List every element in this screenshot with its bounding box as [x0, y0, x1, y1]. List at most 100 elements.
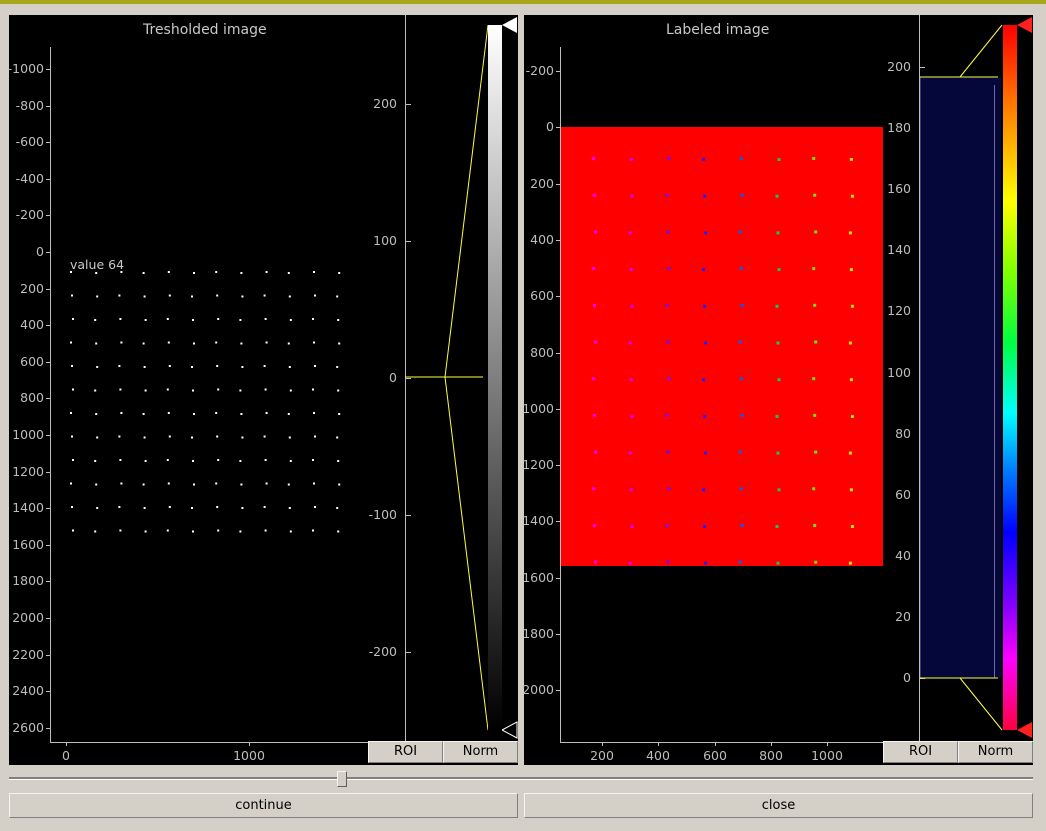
- labeled-blob: [738, 450, 742, 454]
- thresholded-blob: [70, 271, 72, 273]
- right-y-tick-label: 1200: [522, 457, 554, 473]
- thresholded-blob: [193, 413, 195, 415]
- labeled-blob: [629, 158, 633, 161]
- right-cbar-tick-label: 20: [895, 608, 911, 624]
- left-y-tick-mark: [46, 398, 50, 400]
- left-cbar-tick-label: 200: [373, 96, 397, 111]
- labeled-blob: [667, 267, 671, 271]
- labeled-blob: [665, 413, 669, 417]
- labeled-blob: [812, 157, 816, 160]
- thresholded-blob: [95, 483, 98, 486]
- thresholded-blob: [313, 341, 315, 344]
- thresholded-blob: [215, 412, 218, 414]
- thresholded-blob: [265, 482, 268, 485]
- labeled-blob: [666, 230, 670, 234]
- thresholded-blob: [263, 294, 266, 297]
- right-x-tick-label: 600: [703, 748, 727, 763]
- thresholded-blob: [314, 506, 316, 508]
- right-roi-button[interactable]: ROI: [883, 741, 958, 763]
- thresholded-blob: [338, 483, 341, 486]
- thresholded-blob: [265, 341, 268, 344]
- left-roi-button[interactable]: ROI: [368, 741, 443, 763]
- thresholded-blob: [72, 529, 74, 532]
- left-y-tick-mark: [46, 215, 50, 217]
- labeled-blob: [812, 487, 816, 491]
- labeled-blob: [629, 268, 633, 272]
- left-y-tick-label: 1600: [12, 536, 44, 552]
- right-x-tick-mark: [827, 742, 828, 746]
- right-y-tick-label: 1600: [522, 569, 554, 585]
- labeled-blob: [665, 303, 669, 307]
- thresholded-blob: [144, 460, 147, 462]
- labeled-image[interactable]: [561, 127, 883, 566]
- frame-slider-track[interactable]: [9, 777, 1033, 780]
- left-y-tick-label: 600: [20, 353, 44, 369]
- right-y-tick-mark: [556, 71, 560, 72]
- right-x-tick-mark: [658, 742, 659, 746]
- labeled-blob: [704, 341, 708, 345]
- thresholded-blob: [120, 271, 123, 273]
- left-norm-button[interactable]: Norm: [443, 741, 518, 763]
- thresholded-blob: [119, 318, 122, 320]
- labeled-blob: [667, 487, 671, 491]
- window-top-border: [0, 0, 1046, 4]
- labeled-blob: [776, 341, 780, 345]
- left-y-tick-mark: [46, 691, 50, 693]
- labeled-blob: [814, 450, 818, 454]
- thresholded-blob: [240, 413, 243, 415]
- right-y-tick-mark: [556, 239, 560, 241]
- thresholded-blob: [120, 412, 123, 414]
- labeled-blob: [740, 413, 744, 417]
- thresholded-blob: [71, 294, 73, 297]
- thresholded-blob: [215, 271, 218, 273]
- right-colorbar: [1003, 25, 1017, 730]
- frame-slider-thumb[interactable]: [336, 771, 347, 787]
- thresholded-blob: [191, 295, 193, 298]
- left-y-tick-label: 0: [36, 244, 44, 259]
- thresholded-blob: [143, 295, 146, 298]
- thresholded-blob: [119, 459, 122, 461]
- right-cbar-tick-label: 40: [895, 547, 911, 563]
- thresholded-blob: [314, 294, 316, 297]
- thresholded-blob: [289, 460, 292, 462]
- left-y-tick-mark: [46, 105, 50, 107]
- left-y-tick-mark: [46, 471, 50, 473]
- left-y-tick-mark: [46, 252, 50, 253]
- continue-button[interactable]: continue: [9, 793, 518, 818]
- thresholded-blob: [192, 389, 194, 392]
- left-y-tick-label: 1400: [12, 500, 44, 516]
- left-y-tick-label: 2400: [12, 683, 44, 699]
- labeled-blob: [776, 561, 780, 565]
- thresholded-blob: [337, 460, 340, 462]
- labeled-blob: [593, 193, 596, 197]
- thresholded-blob: [288, 507, 291, 509]
- thresholded-blob: [264, 388, 267, 391]
- right-panel-title: Labeled image: [666, 22, 770, 38]
- thresholded-blob: [288, 436, 291, 439]
- thresholded-blob: [338, 342, 341, 345]
- labeled-blob: [813, 524, 817, 527]
- labeled-blob: [738, 340, 742, 344]
- thresholded-blob: [143, 366, 146, 368]
- thresholded-image[interactable]: [51, 47, 369, 741]
- left-y-tick-mark: [46, 581, 50, 583]
- labeled-blob: [666, 560, 670, 564]
- labeled-blob: [849, 268, 853, 272]
- labeled-blob: [593, 524, 596, 527]
- thresholded-blob: [142, 483, 145, 486]
- right-y-tick-mark: [556, 690, 560, 692]
- labeled-blob: [814, 560, 818, 564]
- labeled-blob: [704, 561, 708, 565]
- thresholded-blob: [287, 483, 290, 486]
- labeled-blob: [740, 303, 744, 307]
- thresholded-blob: [144, 389, 147, 392]
- thresholded-blob: [241, 295, 244, 298]
- right-y-tick-label: 2000: [522, 682, 554, 698]
- close-button[interactable]: close: [524, 793, 1033, 818]
- right-norm-button[interactable]: Norm: [958, 741, 1033, 763]
- left-y-tick-label: 400: [20, 317, 44, 333]
- labeled-blob: [850, 414, 854, 418]
- thresholded-blob: [216, 294, 219, 297]
- labeled-blob: [594, 340, 597, 344]
- thresholded-blob: [241, 507, 244, 509]
